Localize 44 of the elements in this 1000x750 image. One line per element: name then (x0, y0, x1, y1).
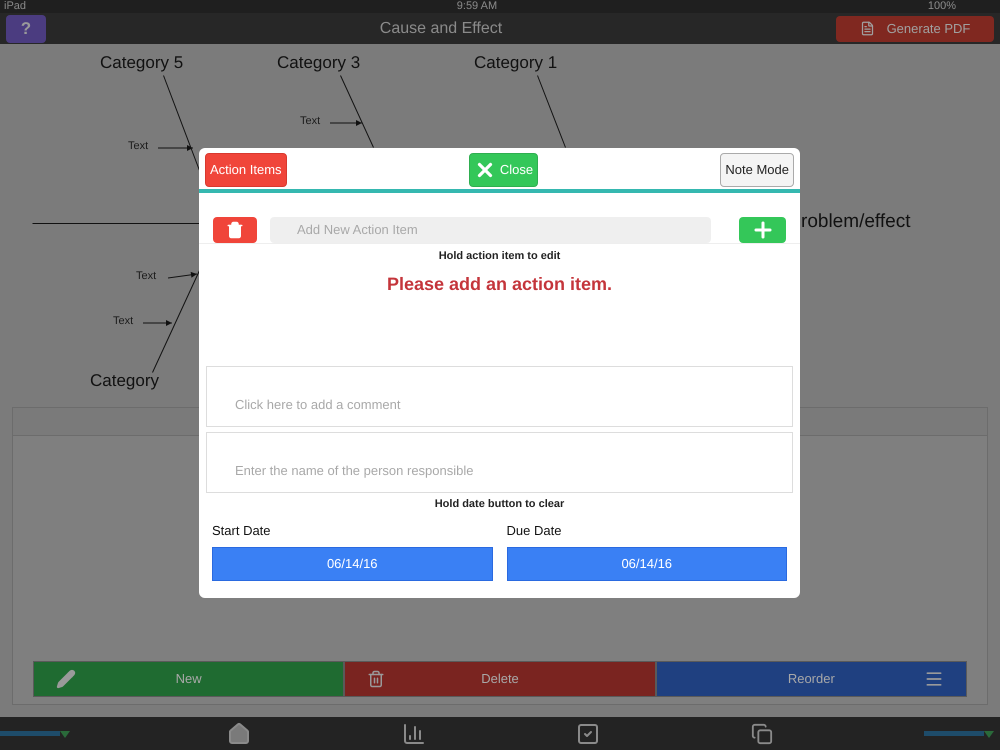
date-button[interactable]: 06/14/16 (212, 547, 492, 581)
responsible-field[interactable]: Enter the name of the person responsible (206, 432, 793, 493)
carrier-label: iPad (4, 1, 26, 12)
help-button[interactable]: ? (6, 14, 46, 42)
battery-label: 100% (928, 1, 956, 12)
category-label: Category (90, 372, 159, 389)
reorder-button[interactable]: Reorder (656, 661, 967, 697)
document-icon (860, 21, 875, 36)
action-item-field[interactable]: Add New Action Item (270, 216, 711, 242)
cause-label: Text (136, 271, 156, 282)
mode-tab[interactable]: Note Mode (720, 153, 794, 187)
close-button[interactable]: Close (468, 153, 538, 187)
pencil-icon (56, 669, 76, 689)
leader-arrow (327, 120, 365, 126)
mode-tab[interactable]: Action Items (205, 153, 287, 187)
checkbox-icon[interactable] (576, 722, 600, 746)
leader-arrow (155, 145, 196, 151)
page-title: Cause and Effect (380, 18, 502, 38)
clock-label: 9:59 AM (456, 1, 498, 12)
effect-label: roblem/effect (801, 212, 910, 231)
generate-pdf-button[interactable]: Generate PDF (836, 16, 994, 42)
delete-button[interactable]: Delete (344, 661, 656, 697)
date-hint: Hold date button to clear (434, 497, 566, 512)
date-button[interactable]: 06/14/16 (506, 547, 787, 581)
category-label: Category 3 (277, 54, 360, 71)
cause-label: Text (113, 316, 134, 327)
cause-label: Text (128, 141, 148, 152)
empty-message: Please add an action item. (386, 272, 614, 296)
new-button[interactable]: New (33, 661, 344, 697)
category-label: Category 5 (100, 54, 184, 71)
bar-chart-icon[interactable] (402, 722, 426, 746)
cause-label: Text (300, 116, 320, 127)
leader-arrow (165, 271, 200, 281)
date-label: Due Date (506, 522, 562, 540)
home-icon[interactable] (226, 722, 251, 746)
category-label: Category 1 (474, 54, 558, 71)
trash-icon (226, 220, 244, 238)
leader-arrow (140, 320, 175, 326)
trash-icon (367, 670, 386, 688)
delete-button[interactable] (213, 216, 257, 242)
edit-hint: Hold action item to edit (438, 249, 562, 264)
documents-icon[interactable] (751, 722, 774, 744)
date-label: Start Date (212, 522, 272, 540)
comment-field[interactable]: Click here to add a comment (206, 366, 793, 427)
